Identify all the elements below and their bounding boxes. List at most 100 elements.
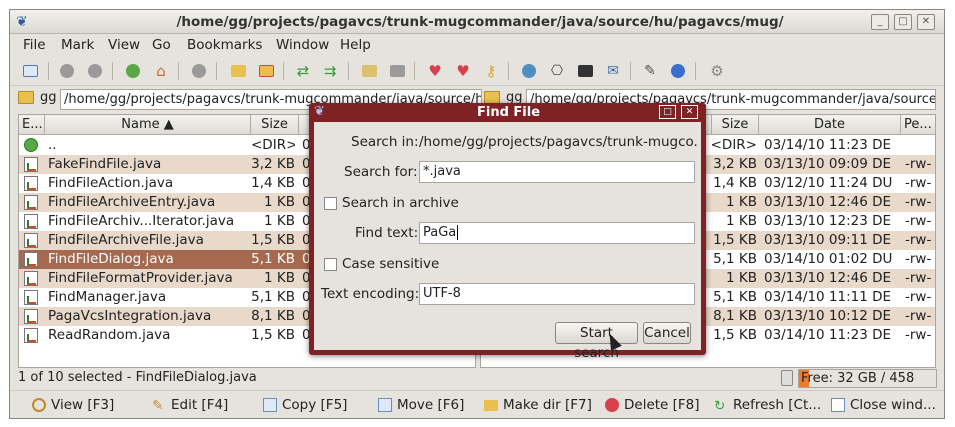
refresh-label: Refresh [Ct... [733,397,822,413]
file-size: 1,4 KB [713,175,757,191]
email-icon[interactable]: ✉ [602,60,624,82]
file-name: FindFileArchiv...Iterator.java [48,213,235,229]
file-name: .. [48,137,57,153]
file-permissions: -rw- [905,213,932,229]
back-icon[interactable] [56,60,78,82]
menu-go[interactable]: Go [152,37,171,53]
edit-f4-button[interactable]: ✎ Edit [F4] [152,397,229,414]
file-date: 03/14/10 01:02 DU [764,251,893,267]
swap-folders-icon[interactable]: ⇄ [292,60,314,82]
file-size: 1 KB [264,270,295,286]
move-f6-button[interactable]: Move [F6] [378,397,464,413]
text-encoding-label: Text encoding: [321,286,420,302]
close-window-icon [831,398,845,412]
search-in-archive-checkbox[interactable] [324,197,337,210]
left-drive-button[interactable]: gg [40,90,57,105]
dialog-title-bar: ❦ Find File □ ✕ [309,103,706,122]
java-file-icon [24,252,38,267]
forward-icon[interactable] [84,60,106,82]
make-dir-f7-button[interactable]: Make dir [F7] [484,397,592,413]
delete-f8-button[interactable]: Delete [F8] [605,397,700,413]
run-command-icon[interactable]: ⎔ [546,60,568,82]
parent-folder-icon[interactable] [122,60,144,82]
parent-folder-icon [24,138,38,152]
gear-icon[interactable]: ⚙ [706,60,728,82]
free-space-text: Free: 32 GB / 458 GB [801,371,915,386]
col-name[interactable]: Name ▲ [45,115,251,135]
find-text-label: Find text: [355,225,419,241]
unmark-files-icon[interactable] [255,60,277,82]
copy-f5-button[interactable]: Copy [F5] [263,397,347,413]
menu-window[interactable]: Window [276,37,329,53]
credentials-key-icon[interactable]: ⚷ [480,60,502,82]
col-date-right[interactable]: Date [759,115,901,135]
file-date: 03/12/10 11:24 DU [764,175,893,191]
view-f3-button[interactable]: View [F3] [32,397,114,413]
file-date: 03/14/10 11:23 DE [764,137,892,153]
wand-icon[interactable]: ✎ [639,60,661,82]
search-for-input[interactable]: *.java [419,161,695,183]
search-in-value: /home/gg/projects/pagavcs/trunk-mugco... [419,134,697,150]
unpack-icon[interactable] [386,60,408,82]
dialog-close-button[interactable]: ✕ [681,105,698,119]
file-name: FindFileFormatProvider.java [48,270,233,286]
file-size: 5,1 KB [713,251,757,267]
terminal-icon[interactable] [574,60,596,82]
menu-view[interactable]: View [108,37,140,53]
col-size-right[interactable]: Size [711,115,759,135]
edit-bookmarks-icon[interactable]: ♥ [452,60,474,82]
file-permissions: -rw- [905,194,932,210]
java-file-icon [24,176,38,191]
maximize-button[interactable]: □ [894,14,912,30]
delete-f8-label: Delete [F8] [624,397,700,413]
new-window-icon[interactable] [19,60,41,82]
menu-mark[interactable]: Mark [61,37,94,53]
stop-icon[interactable] [188,60,210,82]
file-name: FakeFindFile.java [48,156,162,172]
home-icon[interactable]: ⌂ [150,60,172,82]
case-sensitive-checkbox[interactable] [324,258,337,271]
file-size: 1,5 KB [251,327,295,343]
menu-file[interactable]: File [23,37,46,53]
title-bar: ❦ /home/gg/projects/pagavcs/trunk-mugcom… [10,10,944,34]
mark-files-icon[interactable] [227,60,249,82]
file-size: 8,1 KB [251,308,295,324]
close-window-button[interactable]: Close wind... [831,397,936,413]
trash-icon[interactable] [781,370,793,386]
col-extension[interactable]: E... [19,115,45,135]
java-file-icon [24,271,38,286]
file-date: 03/13/10 10:12 DE [764,308,892,324]
toolbar: ⌂ ⇄ ⇉ ♥ ♥ ⚷ ⎔ ✉ ✎ ⚙ [10,56,944,86]
find-text-input[interactable]: PaGa [419,222,695,244]
connect-server-icon[interactable] [518,60,540,82]
set-same-folder-icon[interactable]: ⇉ [319,60,341,82]
file-size: 8,1 KB [713,308,757,324]
file-date: 03/13/10 12:46 DE [764,270,892,286]
add-bookmark-icon[interactable]: ♥ [424,60,446,82]
text-encoding-input[interactable]: UTF-8 [419,283,695,305]
file-name: FindFileArchiveEntry.java [48,194,216,210]
search-in-archive-label: Search in archive [342,195,459,211]
menu-help[interactable]: Help [340,37,371,53]
dialog-maximize-button[interactable]: □ [659,105,676,119]
col-perm-right[interactable]: Pe... [901,115,935,135]
menu-bookmarks[interactable]: Bookmarks [187,37,262,53]
file-size: 1,5 KB [713,327,757,343]
file-date: 03/13/10 12:23 DE [764,213,892,229]
start-search-button[interactable]: Start search [555,322,638,361]
minimize-button[interactable]: _ [871,14,889,30]
info-icon[interactable] [667,60,689,82]
find-text-value: PaGa [423,225,457,240]
view-f3-label: View [F3] [51,397,115,413]
close-button[interactable]: ✕ [917,14,935,30]
edit-f4-label: Edit [F4] [171,397,229,413]
file-permissions: -rw- [905,175,932,191]
pack-icon[interactable] [358,60,380,82]
file-size: 3,2 KB [251,156,295,172]
col-size[interactable]: Size [251,115,299,135]
drive-folder-icon[interactable] [18,91,34,104]
menu-bar: File Mark View Go Bookmarks Window Help [10,34,944,56]
cancel-button[interactable]: Cancel [643,322,691,344]
file-size: 1 KB [726,194,757,210]
refresh-button[interactable]: ↻ Refresh [Ct... [714,397,822,414]
